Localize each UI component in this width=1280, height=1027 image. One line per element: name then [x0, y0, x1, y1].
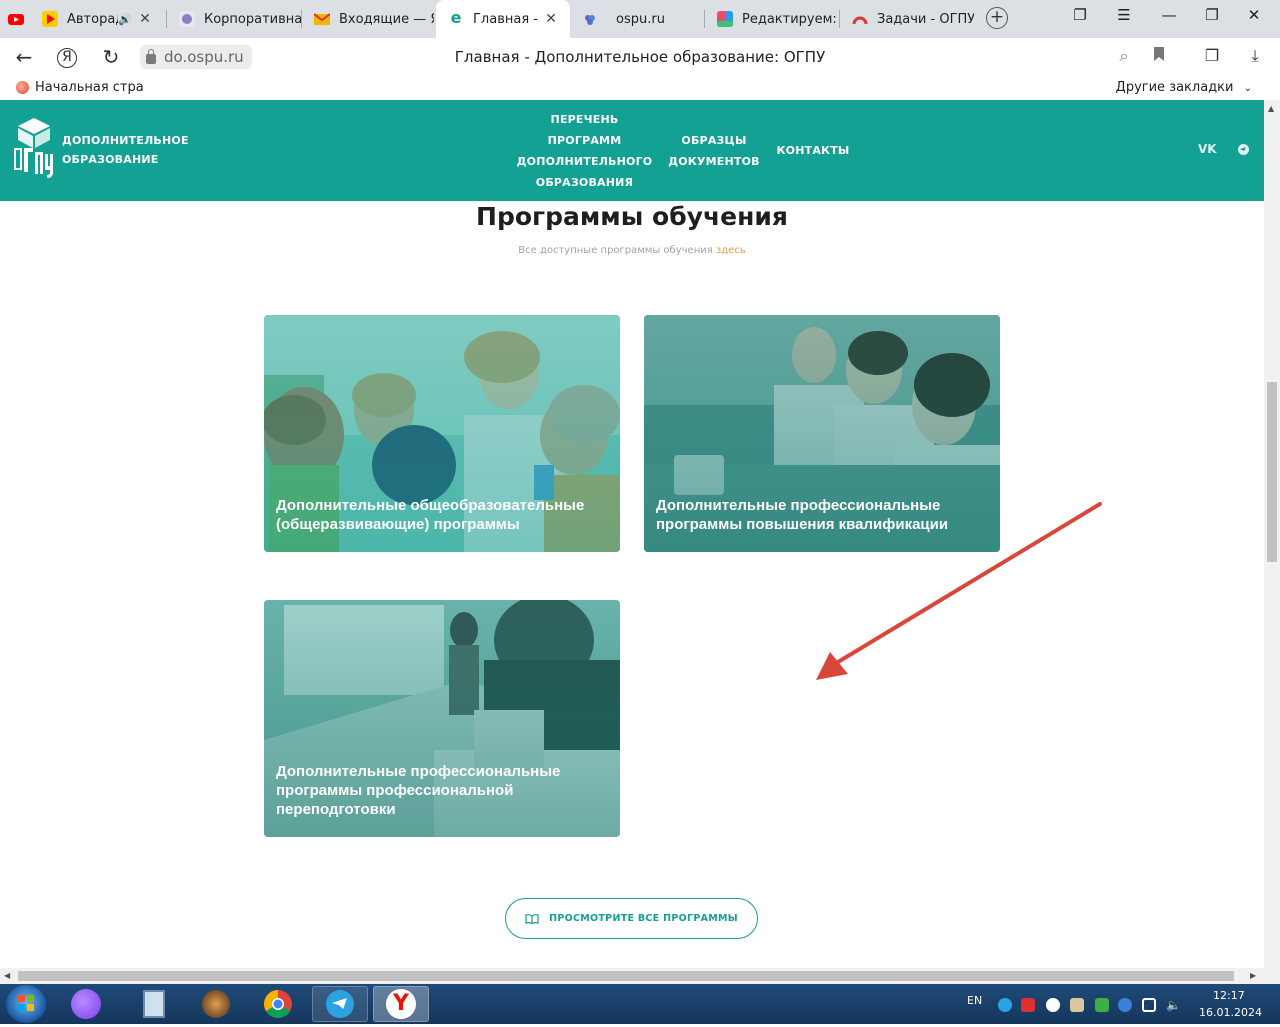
yandex-music-icon — [42, 11, 58, 27]
downloads-icon[interactable]: ⤓ — [1244, 46, 1266, 68]
tab-title: Корпоративна — [204, 11, 301, 27]
windows-logo-icon — [18, 995, 34, 1011]
search-icon[interactable]: ⌕ — [1113, 46, 1135, 68]
tab-6[interactable]: Задачи - ОГПУ — [840, 0, 974, 38]
tasks-icon — [852, 16, 868, 25]
restore-button[interactable]: ❐ — [1198, 6, 1226, 30]
chevron-down-icon: ⌄ — [1243, 83, 1252, 94]
tab-4[interactable]: ospu.ru — [572, 0, 704, 38]
scroll-thumb[interactable] — [18, 971, 1234, 981]
page-title: Главная - Дополнительное образование: ОГ… — [454, 48, 826, 66]
tab-3[interactable]: e Главная - До ✕ — [436, 0, 570, 38]
minimize-button[interactable]: — — [1155, 6, 1183, 30]
page-viewport: ДОПОЛНИТЕЛЬНОЕ ОБРАЗОВАНИЕ ПЕРЕЧЕНЬ ПРОГ… — [0, 100, 1264, 968]
other-bookmarks-label: Другие закладки — [1115, 80, 1234, 95]
tab-0[interactable]: Авторади 🔊 ✕ — [34, 0, 164, 38]
tab-collections-icon[interactable]: ❐ — [1066, 6, 1094, 30]
tool-tray-icon[interactable] — [1070, 998, 1084, 1012]
tab-2[interactable]: Входящие — Я — [302, 0, 434, 38]
other-bookmarks[interactable]: Другие закладки ⌄ — [1116, 80, 1252, 95]
yandex-tray-icon[interactable] — [1046, 998, 1060, 1012]
game-app[interactable] — [188, 986, 244, 1022]
telegram-app[interactable] — [312, 986, 368, 1022]
tab-title: Авторади — [67, 11, 118, 27]
url-field[interactable]: do.ospu.ru — [140, 45, 252, 69]
tab-title: Главная - До — [473, 11, 542, 27]
telegram-tray-icon[interactable] — [998, 998, 1012, 1012]
start-button[interactable] — [6, 985, 46, 1023]
annotation-arrow — [816, 502, 1102, 680]
windows-taskbar: Y EN 🔈 12:17 16.01.2024 — [0, 984, 1280, 1024]
update-tray-icon[interactable] — [1095, 998, 1109, 1012]
scroll-thumb[interactable] — [1267, 382, 1277, 562]
back-button[interactable]: ← — [10, 44, 38, 70]
clock-date: 16.01.2024 — [1199, 1006, 1262, 1019]
tab-title: ospu.ru — [616, 11, 665, 27]
calculator-app[interactable] — [126, 986, 182, 1022]
speaker-icon[interactable]: 🔊 — [118, 13, 132, 26]
bookmarks-bar: Начальная страница Другие закладки ⌄ — [0, 76, 1280, 100]
collections-icon[interactable]: ❐ — [1201, 46, 1223, 68]
language-indicator[interactable]: EN — [967, 994, 982, 1007]
yandex-button[interactable]: Я — [53, 44, 81, 70]
tab-title: Задачи - ОГПУ — [877, 11, 974, 27]
tab-youtube[interactable] — [0, 0, 34, 38]
tab-title: Редактируем: Д — [742, 11, 839, 27]
alice-icon — [71, 989, 101, 1019]
menu-icon[interactable]: ☰ — [1110, 6, 1138, 30]
yandex-icon: Я — [57, 48, 77, 68]
grape-icon — [585, 15, 595, 25]
youtube-icon — [8, 14, 24, 25]
bookmark-icon[interactable] — [1148, 46, 1170, 68]
ogpu-crest-icon — [179, 11, 195, 27]
alice-app[interactable] — [58, 986, 114, 1022]
yandex-mail-icon — [314, 13, 330, 25]
book-icon — [525, 913, 539, 924]
e-icon: e — [450, 8, 462, 27]
close-icon[interactable]: ✕ — [542, 11, 560, 27]
tab-1[interactable]: Корпоративна — [167, 0, 301, 38]
scroll-up-icon[interactable]: ▲ — [1268, 104, 1274, 113]
pirate-icon — [202, 990, 230, 1018]
recorder-tray-icon[interactable] — [1021, 998, 1035, 1012]
lock-icon — [146, 48, 156, 64]
editor-icon — [717, 11, 733, 27]
scroll-left-icon[interactable]: ◀ — [4, 971, 10, 980]
volume-icon[interactable]: 🔈 — [1166, 998, 1181, 1012]
tab-title: Входящие — Я — [339, 11, 434, 27]
close-icon[interactable]: ✕ — [136, 11, 154, 27]
address-bar: ← Я ↻ do.ospu.ru Главная - Дополнительно… — [0, 38, 1280, 76]
horizontal-scrollbar[interactable]: ◀ ▶ — [0, 968, 1280, 984]
reload-button[interactable]: ↻ — [97, 44, 125, 70]
url-text: do.ospu.ru — [164, 48, 244, 66]
tab-strip: Авторади 🔊 ✕ Корпоративна Входящие — Я e… — [0, 0, 1280, 38]
clock-time: 12:17 — [1213, 989, 1245, 1002]
network-tray-icon[interactable] — [1118, 998, 1132, 1012]
display-tray-icon[interactable] — [1142, 998, 1156, 1012]
new-tab-button[interactable]: + — [986, 7, 1008, 29]
vertical-scrollbar[interactable]: ▲ — [1264, 100, 1280, 968]
telegram-app-icon — [326, 990, 354, 1018]
scroll-right-icon[interactable]: ▶ — [1250, 971, 1256, 980]
bookmark-home-label: Начальная страница — [35, 80, 143, 95]
chrome-app[interactable] — [250, 986, 306, 1022]
view-all-programs-button[interactable]: ПРОСМОТРИТЕ ВСЕ ПРОГРАММЫ — [505, 898, 758, 939]
bookmark-home[interactable]: Начальная страница — [16, 80, 143, 95]
tab-5[interactable]: Редактируем: Д — [705, 0, 839, 38]
calculator-icon — [143, 990, 165, 1018]
close-window-button[interactable]: ✕ — [1240, 6, 1268, 30]
yandex-browser-app[interactable]: Y — [373, 986, 429, 1022]
chrome-icon — [264, 990, 292, 1018]
view-all-programs-label: ПРОСМОТРИТЕ ВСЕ ПРОГРАММЫ — [549, 913, 738, 924]
home-page-icon — [16, 81, 29, 94]
yandex-browser-icon: Y — [386, 989, 416, 1019]
